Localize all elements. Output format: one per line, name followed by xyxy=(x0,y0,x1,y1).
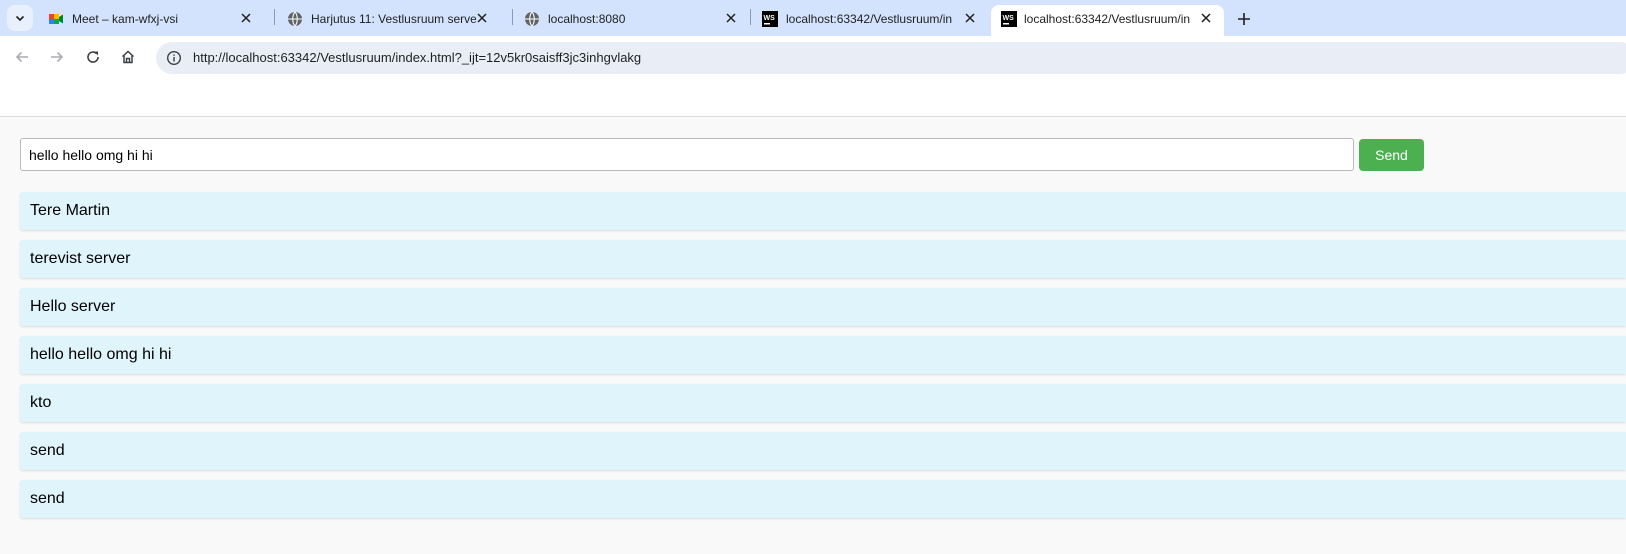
back-button[interactable] xyxy=(9,44,35,70)
tab-strip: Meet – kam-wfxj-vsi Harjutus 11: Vestlus… xyxy=(0,0,1626,36)
tab-meet[interactable]: Meet – kam-wfxj-vsi xyxy=(48,5,266,36)
chevron-down-icon xyxy=(15,15,25,22)
globe-icon xyxy=(524,11,540,27)
message-item: send xyxy=(20,480,1626,518)
google-meet-icon xyxy=(48,11,64,27)
browser-toolbar: http://localhost:63342/Vestlusruum/index… xyxy=(0,36,1626,78)
tab-vestlusruum-active[interactable]: WS localhost:63342/Vestlusruum/in xyxy=(991,5,1224,36)
tab-title: localhost:8080 xyxy=(548,12,626,26)
plus-icon xyxy=(1238,13,1250,25)
close-icon[interactable] xyxy=(236,8,256,28)
webstorm-icon: WS xyxy=(1001,11,1017,27)
webstorm-icon: WS xyxy=(762,11,778,27)
tab-title: Harjutus 11: Vestlusruum server xyxy=(311,12,476,26)
send-button[interactable]: Send xyxy=(1359,139,1424,171)
tab-title: Meet – kam-wfxj-vsi xyxy=(72,12,179,26)
reload-button[interactable] xyxy=(80,44,106,70)
message-item: Hello server xyxy=(20,288,1626,326)
message-item: kto xyxy=(20,384,1626,422)
tab-localhost-8080[interactable]: localhost:8080 xyxy=(524,5,742,36)
close-icon[interactable] xyxy=(960,8,980,28)
arrow-left-icon xyxy=(15,51,28,63)
tab-vestlusruum[interactable]: WS localhost:63342/Vestlusruum/in xyxy=(762,5,980,36)
tab-separator xyxy=(274,9,275,25)
bookmarks-bar xyxy=(0,78,1626,117)
message-input[interactable] xyxy=(20,138,1354,171)
home-button[interactable] xyxy=(115,44,141,70)
site-info-icon[interactable] xyxy=(164,48,184,68)
chat-page: Send Tere Martin terevist server Hello s… xyxy=(0,117,1626,554)
globe-icon xyxy=(287,11,303,27)
tab-separator xyxy=(750,9,751,25)
svg-text:WS: WS xyxy=(764,15,776,22)
message-item: hello hello omg hi hi xyxy=(20,336,1626,374)
arrow-right-icon xyxy=(51,51,64,63)
tab-separator xyxy=(512,9,513,25)
close-icon[interactable] xyxy=(721,8,741,28)
svg-text:WS: WS xyxy=(1003,15,1015,22)
tab-harjutus[interactable]: Harjutus 11: Vestlusruum server xyxy=(287,5,497,36)
message-list: Tere Martin terevist server Hello server… xyxy=(20,192,1626,528)
forward-button[interactable] xyxy=(44,44,70,70)
tab-title: localhost:63342/Vestlusruum/in xyxy=(786,12,952,26)
message-item: terevist server xyxy=(20,240,1626,278)
home-icon xyxy=(121,50,135,64)
address-url: http://localhost:63342/Vestlusruum/index… xyxy=(193,50,642,65)
tab-title: localhost:63342/Vestlusruum/in xyxy=(1024,12,1190,26)
close-icon[interactable] xyxy=(472,8,492,28)
tab-search-button[interactable] xyxy=(7,5,33,31)
reload-icon xyxy=(87,51,99,63)
address-bar[interactable]: http://localhost:63342/Vestlusruum/index… xyxy=(156,42,1626,74)
message-item: send xyxy=(20,432,1626,470)
message-item: Tere Martin xyxy=(20,192,1626,230)
close-icon[interactable] xyxy=(1196,8,1216,28)
new-tab-button[interactable] xyxy=(1232,7,1256,31)
